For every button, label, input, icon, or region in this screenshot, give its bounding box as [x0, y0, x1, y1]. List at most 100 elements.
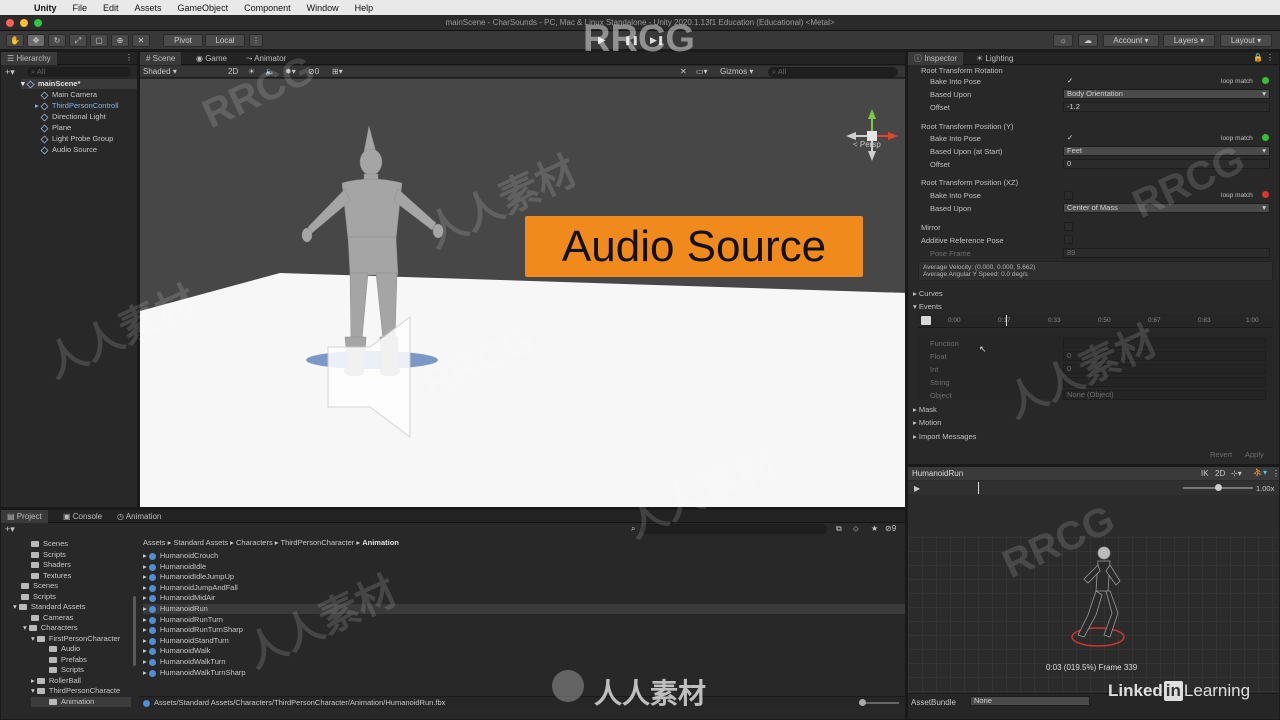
gizmo-search-input[interactable]: ⌕ All — [768, 67, 898, 77]
effects-toggle-icon[interactable]: ✸▾ — [285, 67, 296, 76]
file-item[interactable]: ▸ HumanoidRunTurn — [143, 615, 223, 625]
menu-window[interactable]: Window — [299, 3, 347, 13]
favorites-star-icon[interactable]: ★ — [871, 524, 878, 533]
2d-toggle[interactable]: 2D — [228, 67, 238, 76]
file-item[interactable]: ▸ HumanoidWalk — [143, 646, 210, 656]
shading-mode-dropdown[interactable]: Shaded ▾ — [143, 67, 177, 76]
add-event-button[interactable] — [921, 316, 931, 325]
tree-folder-fp-scripts[interactable]: Scripts — [49, 665, 84, 675]
hand-tool-icon[interactable]: ✋ — [6, 34, 24, 47]
preview-scrubber[interactable] — [978, 482, 979, 494]
hierarchy-item-directional-light[interactable]: Directional Light — [40, 112, 106, 122]
pos-y-offset-field[interactable]: 0 — [1063, 159, 1270, 169]
mask-foldout[interactable]: ▸ Mask — [913, 405, 937, 414]
additive-pose-checkbox[interactable] — [1064, 235, 1073, 244]
tree-folder-textures[interactable]: Textures — [31, 571, 71, 581]
lighting-toggle-icon[interactable]: ☀ — [248, 67, 255, 76]
step-button-icon[interactable]: ▶❚ — [650, 35, 664, 46]
pos-y-based-dropdown[interactable]: Feet ▾ — [1063, 146, 1270, 156]
tree-folder-characters[interactable]: ▾ Characters — [23, 623, 78, 633]
tab-animator[interactable]: ⤳ Animator — [240, 52, 292, 65]
tab-project[interactable]: ▤ Project — [1, 510, 48, 523]
scene-root-row[interactable]: ▾ mainScene* — [21, 79, 137, 89]
transform-tool-icon[interactable]: ⊕ — [111, 34, 129, 47]
events-timeline[interactable]: 0:00 0:17 0:33 0:50 0:67 0:83 1:00 — [918, 314, 1273, 328]
hierarchy-item-main-camera[interactable]: Main Camera — [40, 90, 97, 100]
file-item[interactable]: ▸ HumanoidCrouch — [143, 551, 218, 561]
tree-folder-standard-assets[interactable]: ▾ Standard Assets — [13, 602, 85, 612]
hidden-packages-icon[interactable]: ⊘9 — [885, 524, 896, 533]
assetbundle-dropdown[interactable]: None — [970, 696, 1090, 706]
tools-icon[interactable]: ✕ — [680, 67, 687, 76]
tree-folder-scenes-root[interactable]: Scenes — [21, 581, 58, 591]
breadcrumb-thirdperson[interactable]: ThirdPersonCharacter — [281, 538, 355, 547]
breadcrumb-characters[interactable]: Characters — [236, 538, 273, 547]
event-float-field[interactable]: 0 — [1063, 351, 1266, 361]
rotation-bake-checkbox[interactable]: ✓ — [1067, 76, 1073, 85]
create-asset-icon[interactable]: +▾ — [5, 524, 15, 535]
event-object-field[interactable]: None (Object) — [1063, 390, 1266, 400]
breadcrumb-standard-assets[interactable]: Standard Assets — [173, 538, 228, 547]
event-function-field[interactable] — [1063, 338, 1266, 348]
event-string-field[interactable] — [1063, 377, 1266, 387]
gizmos-dropdown[interactable]: Gizmos ▾ — [720, 67, 753, 76]
tree-folder-firstperson[interactable]: ▾ FirstPersonCharacter — [31, 634, 120, 644]
grid-toggle-icon[interactable]: ⊞▾ — [332, 67, 343, 76]
menu-app-unity[interactable]: Unity — [26, 3, 65, 13]
layout-dropdown[interactable]: Layout ▾ — [1220, 34, 1272, 47]
local-toggle[interactable]: Local — [205, 34, 245, 47]
menu-assets[interactable]: Assets — [127, 3, 170, 13]
timeline-playhead[interactable] — [1006, 315, 1007, 326]
rotation-offset-field[interactable]: -1.2 — [1063, 102, 1270, 112]
import-messages-foldout[interactable]: ▸ Import Messages — [913, 432, 976, 441]
scene-viewport[interactable] — [140, 79, 906, 508]
tab-game[interactable]: ◉ Game — [190, 52, 233, 65]
tree-folder-scripts-root[interactable]: Scripts — [21, 592, 56, 602]
file-item[interactable]: ▸ HumanoidJumpAndFall — [143, 583, 238, 593]
menu-gameobject[interactable]: GameObject — [170, 3, 237, 13]
tab-lighting[interactable]: ☀ Lighting — [970, 52, 1019, 65]
tree-folder-audio[interactable]: Audio — [49, 644, 80, 654]
breadcrumb-assets[interactable]: Assets — [143, 538, 166, 547]
grid-snap-icon[interactable]: ⋮ — [249, 34, 263, 47]
mirror-checkbox[interactable] — [1064, 222, 1073, 231]
tree-folder-cameras[interactable]: Cameras — [31, 613, 73, 623]
file-item[interactable]: ▸ HumanoidIdle — [143, 562, 206, 572]
file-item[interactable]: ▸ HumanoidStandTurn — [143, 636, 229, 646]
pos-y-bake-checkbox[interactable]: ✓ — [1067, 133, 1073, 142]
panel-menu-icon[interactable]: ⋮ — [125, 53, 133, 62]
pos-xz-based-dropdown[interactable]: Center of Mass ▾ — [1063, 203, 1270, 213]
file-item[interactable]: ▸ HumanoidMidAir — [143, 593, 215, 603]
project-search-input[interactable] — [641, 524, 827, 534]
tree-folder-animation[interactable]: Animation — [31, 697, 131, 707]
audio-toggle-icon[interactable]: 🔈 — [265, 67, 275, 76]
preview-menu-icon[interactable]: ⋮ — [1272, 469, 1279, 478]
file-item[interactable]: ▸ HumanoidIdleJumpUp — [143, 572, 234, 582]
persp-label[interactable]: < Persp — [853, 140, 881, 149]
avatar-preview-icon[interactable]: ⛹▾ — [1253, 468, 1267, 477]
panel-menu-icon[interactable]: ⋮ — [1266, 53, 1274, 62]
scale-tool-icon[interactable]: ⤢ — [69, 34, 87, 47]
rect-tool-icon[interactable]: ▢ — [90, 34, 108, 47]
file-item[interactable]: ▸ HumanoidWalkTurn — [143, 657, 226, 667]
tree-folder-thirdperson[interactable]: ▾ ThirdPersonCharacte — [31, 686, 120, 696]
tree-folder-rollerball[interactable]: ▸ RollerBall — [31, 676, 81, 686]
pivot-toggle[interactable]: Pivot — [163, 34, 203, 47]
tree-folder-scripts[interactable]: Scripts — [31, 550, 66, 560]
tab-animation[interactable]: ◷ Animation — [111, 510, 167, 523]
tab-scene[interactable]: # Scene — [140, 52, 182, 65]
account-dropdown[interactable]: Account ▾ — [1103, 34, 1159, 47]
event-int-field[interactable]: 0 — [1063, 364, 1266, 374]
menu-component[interactable]: Component — [236, 3, 299, 13]
play-button-icon[interactable]: ▶ — [598, 35, 606, 46]
file-item[interactable]: ▸ HumanoidWalkTurnSharp — [143, 668, 246, 678]
lock-icon[interactable]: 🔒 — [1253, 53, 1263, 62]
hidden-objects-icon[interactable]: ⊘0 — [308, 67, 319, 76]
menu-edit[interactable]: Edit — [95, 3, 127, 13]
tab-console[interactable]: ▣ Console — [57, 510, 108, 523]
search-by-type-icon[interactable]: ⧉ — [836, 524, 842, 534]
camera-icon[interactable]: ▭▾ — [696, 67, 708, 76]
create-plus-icon[interactable]: +▾ — [5, 67, 15, 78]
rotate-tool-icon[interactable]: ↻ — [48, 34, 66, 47]
cloud-icon[interactable]: ☁ — [1078, 34, 1098, 47]
